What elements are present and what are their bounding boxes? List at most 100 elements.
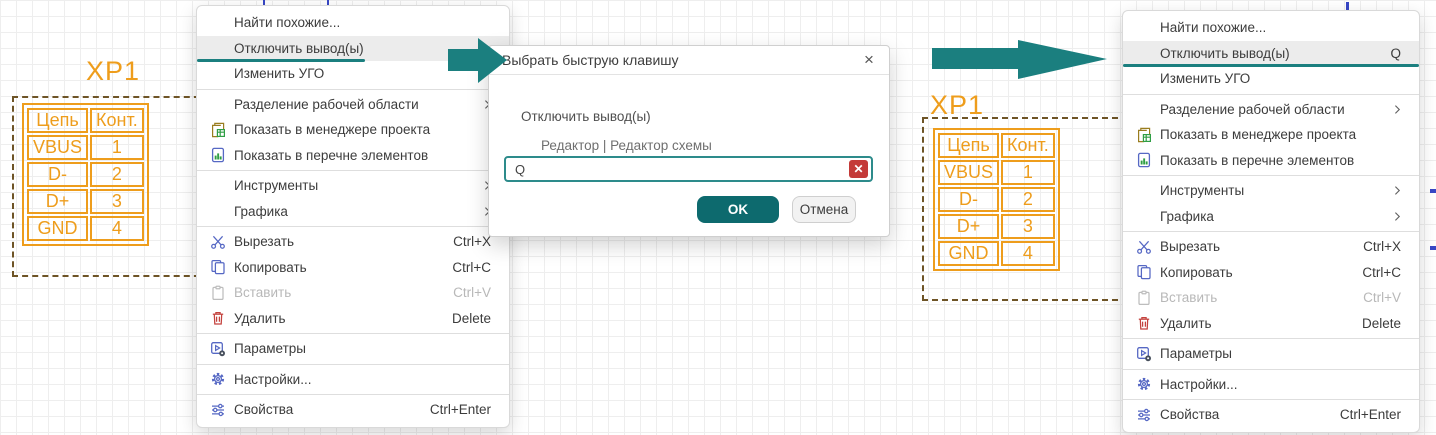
menu-item-label: Инструменты [234, 178, 319, 194]
menu-item-label: Вставить [1160, 290, 1218, 306]
menu-item-label: Вырезать [1160, 239, 1221, 255]
menu-item-3[interactable]: Изменить УГО [197, 61, 509, 87]
dialog-context-label: Редактор | Редактор схемы [541, 138, 712, 153]
menu-item-14[interactable]: Настройки... [197, 367, 509, 393]
menu-item-label: Графика [1160, 208, 1214, 224]
pin-table-cell: GND [27, 216, 89, 241]
menu-item-label: Параметры [234, 341, 306, 357]
menu-separator [197, 333, 509, 334]
properties-icon [209, 402, 226, 418]
menu-item-label: Изменить УГО [234, 66, 325, 82]
table-row: VBUS 1 [27, 135, 144, 160]
menu-item-label: Копировать [234, 259, 307, 275]
close-icon[interactable]: × [858, 49, 880, 71]
menu-item-9[interactable]: Вырезать Ctrl+X [197, 229, 509, 255]
menu-item-7[interactable]: Инструменты [197, 173, 509, 199]
menu-item-1[interactable]: Найти похожие... [197, 10, 509, 36]
menu-item-shortcut: Ctrl+C [452, 259, 491, 275]
menu-item-4[interactable]: Разделение рабочей области [1123, 97, 1419, 123]
menu-item-3[interactable]: Изменить УГО [1123, 66, 1419, 92]
pin-table-cell: 2 [90, 162, 144, 187]
menu-item-label: Настройки... [1160, 376, 1238, 392]
menu-item-2[interactable]: Отключить вывод(ы) [197, 35, 509, 62]
menu-item-9[interactable]: Вырезать Ctrl+X [1123, 234, 1419, 260]
menu-item-13[interactable]: Параметры [1123, 341, 1419, 367]
menu-item-5[interactable]: Показать в менеджере проекта [1123, 122, 1419, 148]
menu-item-label: Копировать [1160, 264, 1233, 280]
delete-icon [209, 310, 226, 326]
menu-item-icon-slot [1135, 20, 1152, 36]
menu-item-shortcut: Ctrl+Enter [429, 402, 491, 418]
menu-item-6[interactable]: Показать в перечне элементов [197, 143, 509, 169]
hotkey-input[interactable] [504, 156, 873, 182]
menu-item-6[interactable]: Показать в перечне элементов [1123, 148, 1419, 174]
settings-icon [209, 371, 226, 387]
menu-item-icon-slot [209, 203, 226, 219]
menu-separator [1123, 93, 1419, 95]
menu-item-12[interactable]: Удалить Delete [197, 306, 509, 332]
menu-item-11: Вставить Ctrl+V [197, 280, 509, 306]
menu-item-icon-slot [1135, 183, 1152, 199]
menu-item-label: Параметры [1160, 346, 1232, 362]
parameters-icon [209, 341, 226, 357]
menu-item-icon-slot [209, 40, 226, 56]
menu-item-label: Отключить вывод(ы) [1160, 45, 1290, 61]
menu-item-icon-slot [209, 178, 226, 194]
table-row: D- 2 [27, 162, 144, 187]
menu-item-14[interactable]: Настройки... [1123, 372, 1419, 398]
menu-item-icon-slot [1135, 71, 1152, 87]
menu-item-1[interactable]: Найти похожие... [1123, 15, 1419, 41]
menu-item-2[interactable]: Отключить вывод(ы) Q [1123, 40, 1419, 67]
menu-item-7[interactable]: Инструменты [1123, 178, 1419, 204]
menu-item-label: Удалить [1160, 315, 1212, 331]
cut-icon [1135, 239, 1152, 255]
cut-icon [209, 234, 226, 250]
pin-table-cell: VBUS [27, 135, 89, 160]
menu-item-label: Отключить вывод(ы) [234, 40, 364, 56]
context-menu-after: Найти похожие... Отключить вывод(ы) Q Измен… [1122, 10, 1420, 433]
pin-table-cell: 1 [90, 135, 144, 160]
pin-table-cell: 4 [90, 216, 144, 241]
parameters-icon [1135, 346, 1152, 362]
menu-item-12[interactable]: Удалить Delete [1123, 311, 1419, 337]
menu-item-13[interactable]: Параметры [197, 336, 509, 362]
table-row: D+ 3 [27, 189, 144, 214]
copy-icon [1135, 264, 1152, 280]
pin-table-cell: D- [938, 187, 1000, 212]
menu-item-shortcut: Delete [1361, 315, 1401, 331]
settings-icon [1135, 376, 1152, 392]
menu-item-label: Вырезать [234, 234, 295, 250]
menu-item-15[interactable]: Свойства Ctrl+Enter [1123, 402, 1419, 428]
menu-item-label: Показать в менеджере проекта [1160, 127, 1357, 143]
menu-item-label: Показать в перечне элементов [234, 147, 429, 163]
clear-icon[interactable]: ✕ [849, 160, 868, 178]
copy-icon [209, 259, 226, 275]
submenu-chevron-icon [1394, 211, 1401, 222]
menu-item-icon-slot [209, 66, 226, 82]
menu-item-shortcut: Ctrl+X [453, 234, 491, 250]
menu-item-label: Инструменты [1160, 183, 1245, 199]
pin-table-cell: D+ [27, 189, 89, 214]
menu-item-10[interactable]: Копировать Ctrl+C [197, 255, 509, 281]
table-row: GND 4 [27, 216, 144, 241]
ok-button[interactable]: OK [697, 196, 779, 223]
menu-item-shortcut: Q [1390, 45, 1401, 61]
paste-icon [1135, 290, 1152, 306]
submenu-chevron-icon [1394, 104, 1401, 115]
cancel-button[interactable]: Отмена [792, 196, 856, 223]
menu-item-15[interactable]: Свойства Ctrl+Enter [197, 397, 509, 423]
menu-separator [1123, 368, 1419, 370]
menu-item-label: Свойства [234, 402, 294, 418]
project-manager-icon [1135, 127, 1152, 143]
pin-table-header-cell: Конт. [90, 108, 144, 133]
table-row: D- 2 [938, 187, 1055, 212]
menu-item-8[interactable]: Графика [1123, 204, 1419, 230]
menu-item-8[interactable]: Графика [197, 199, 509, 225]
menu-item-5[interactable]: Показать в менеджере проекта [197, 117, 509, 143]
menu-item-label: Свойства [1160, 407, 1220, 423]
dialog-title: Выбрать быструю клавишу [489, 46, 889, 75]
menu-item-10[interactable]: Копировать Ctrl+C [1123, 260, 1419, 286]
menu-item-4[interactable]: Разделение рабочей области [197, 92, 509, 118]
pin-table-header-cell: Цепь [938, 133, 1000, 158]
menu-item-label: Изменить УГО [1160, 71, 1251, 87]
